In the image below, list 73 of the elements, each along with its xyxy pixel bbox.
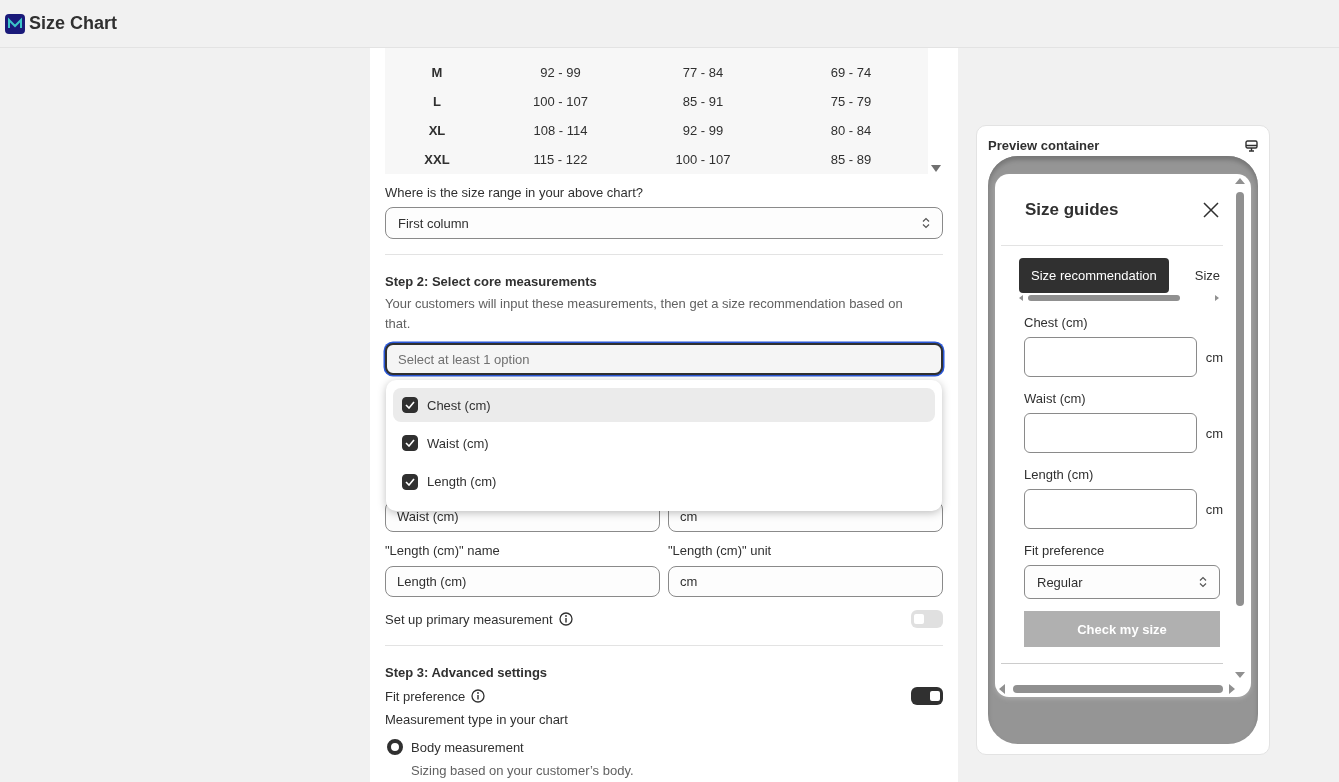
table-cell: 69 - 74 xyxy=(830,65,872,80)
preview-title: Preview container xyxy=(988,138,1100,153)
radio-description: Sizing based on your customer’s body. xyxy=(411,763,635,778)
monitor-icon[interactable] xyxy=(1245,139,1258,152)
toggle-switch[interactable] xyxy=(911,610,943,628)
field-label: Fit preference xyxy=(1024,543,1106,559)
table-cell: 75 - 79 xyxy=(830,94,872,109)
table-cell: 85 - 89 xyxy=(830,152,872,167)
checkbox[interactable] xyxy=(402,435,418,452)
table-cell: L xyxy=(433,94,441,109)
table-cell: 92 - 99 xyxy=(682,123,724,138)
tab[interactable]: Size xyxy=(1182,258,1224,293)
table-cell: 100 - 107 xyxy=(675,152,731,167)
vertical-scrollbar[interactable] xyxy=(1235,178,1245,678)
section-heading: Step 2: Select core measurements xyxy=(385,274,598,290)
dropdown-option[interactable]: Waist (cm) xyxy=(393,426,935,461)
name-field[interactable]: Length (cm) xyxy=(385,566,660,597)
checkmark-icon xyxy=(405,401,415,410)
table-cell: XXL xyxy=(424,152,450,167)
field-label: "Length (cm)" name xyxy=(385,543,501,559)
table-cell: 85 - 91 xyxy=(682,94,724,109)
field-label: Length (cm) xyxy=(1024,467,1095,483)
unit-label: cm xyxy=(1205,501,1223,517)
field-label: Waist (cm) xyxy=(1024,391,1087,407)
table-cell: M xyxy=(431,65,443,80)
modal-title: Size guides xyxy=(1025,200,1119,220)
checkmark-icon xyxy=(405,477,415,486)
setting-label: Set up primary measurement xyxy=(385,611,553,627)
option-label: Length (cm) xyxy=(427,474,497,490)
table-cell: XL xyxy=(428,123,446,138)
app-logo-icon xyxy=(5,13,25,34)
info-icon[interactable] xyxy=(471,689,486,703)
option-label: Waist (cm) xyxy=(427,436,489,451)
dropdown-option[interactable]: Chest (cm) xyxy=(393,388,935,423)
checkbox[interactable] xyxy=(402,397,418,414)
checkbox[interactable] xyxy=(402,473,418,490)
table-cell: 115 - 122 xyxy=(533,152,588,167)
section-heading: Step 3: Advanced settings xyxy=(385,665,549,681)
section-description: Your customers will input these measurements, then get a size recommendation based on that. xyxy=(385,295,904,333)
measurement-input[interactable] xyxy=(1024,413,1197,453)
checkmark-icon xyxy=(405,439,415,448)
unit-field[interactable]: cm xyxy=(668,566,943,597)
field-label: Where is the size range in your above chart? xyxy=(385,185,644,201)
scroll-down-icon[interactable] xyxy=(931,165,941,172)
info-icon[interactable] xyxy=(558,612,573,626)
measurement-input[interactable] xyxy=(1024,489,1197,529)
horizontal-scrollbar[interactable] xyxy=(999,684,1235,694)
chevron-icon xyxy=(922,217,930,229)
unit-label: cm xyxy=(1205,425,1223,441)
table-cell: 80 - 84 xyxy=(830,123,872,138)
measurement-input[interactable] xyxy=(1024,337,1197,377)
field-label: "Length (cm)" unit xyxy=(668,543,773,559)
radio-button[interactable] xyxy=(387,739,403,755)
table-cell: 100 - 107 xyxy=(533,94,588,109)
tab-scrollbar[interactable] xyxy=(1019,295,1219,301)
dropdown-option[interactable]: Length (cm) xyxy=(393,464,935,499)
unit-label: cm xyxy=(1205,349,1223,365)
app-title: Size Chart xyxy=(29,13,118,34)
close-icon[interactable] xyxy=(1203,202,1219,218)
setting-label: Fit preference xyxy=(385,688,466,704)
measurement-select[interactable]: Select at least 1 option xyxy=(385,343,943,375)
fit-select[interactable]: Regular xyxy=(1024,565,1220,599)
table-cell: 108 - 114 xyxy=(533,123,588,138)
tab[interactable]: Size recommendation xyxy=(1019,258,1169,293)
toggle-switch[interactable] xyxy=(911,687,943,705)
radio-label: Body measurement xyxy=(411,739,524,755)
table-cell: 77 - 84 xyxy=(682,65,724,80)
table-cell: 92 - 99 xyxy=(540,65,581,80)
field-label: Chest (cm) xyxy=(1024,315,1089,331)
chevron-icon xyxy=(1199,576,1207,588)
size-range-select[interactable]: First column xyxy=(385,207,943,239)
setting-label: Measurement type in your chart xyxy=(385,712,569,728)
option-label: Chest (cm) xyxy=(427,397,491,413)
